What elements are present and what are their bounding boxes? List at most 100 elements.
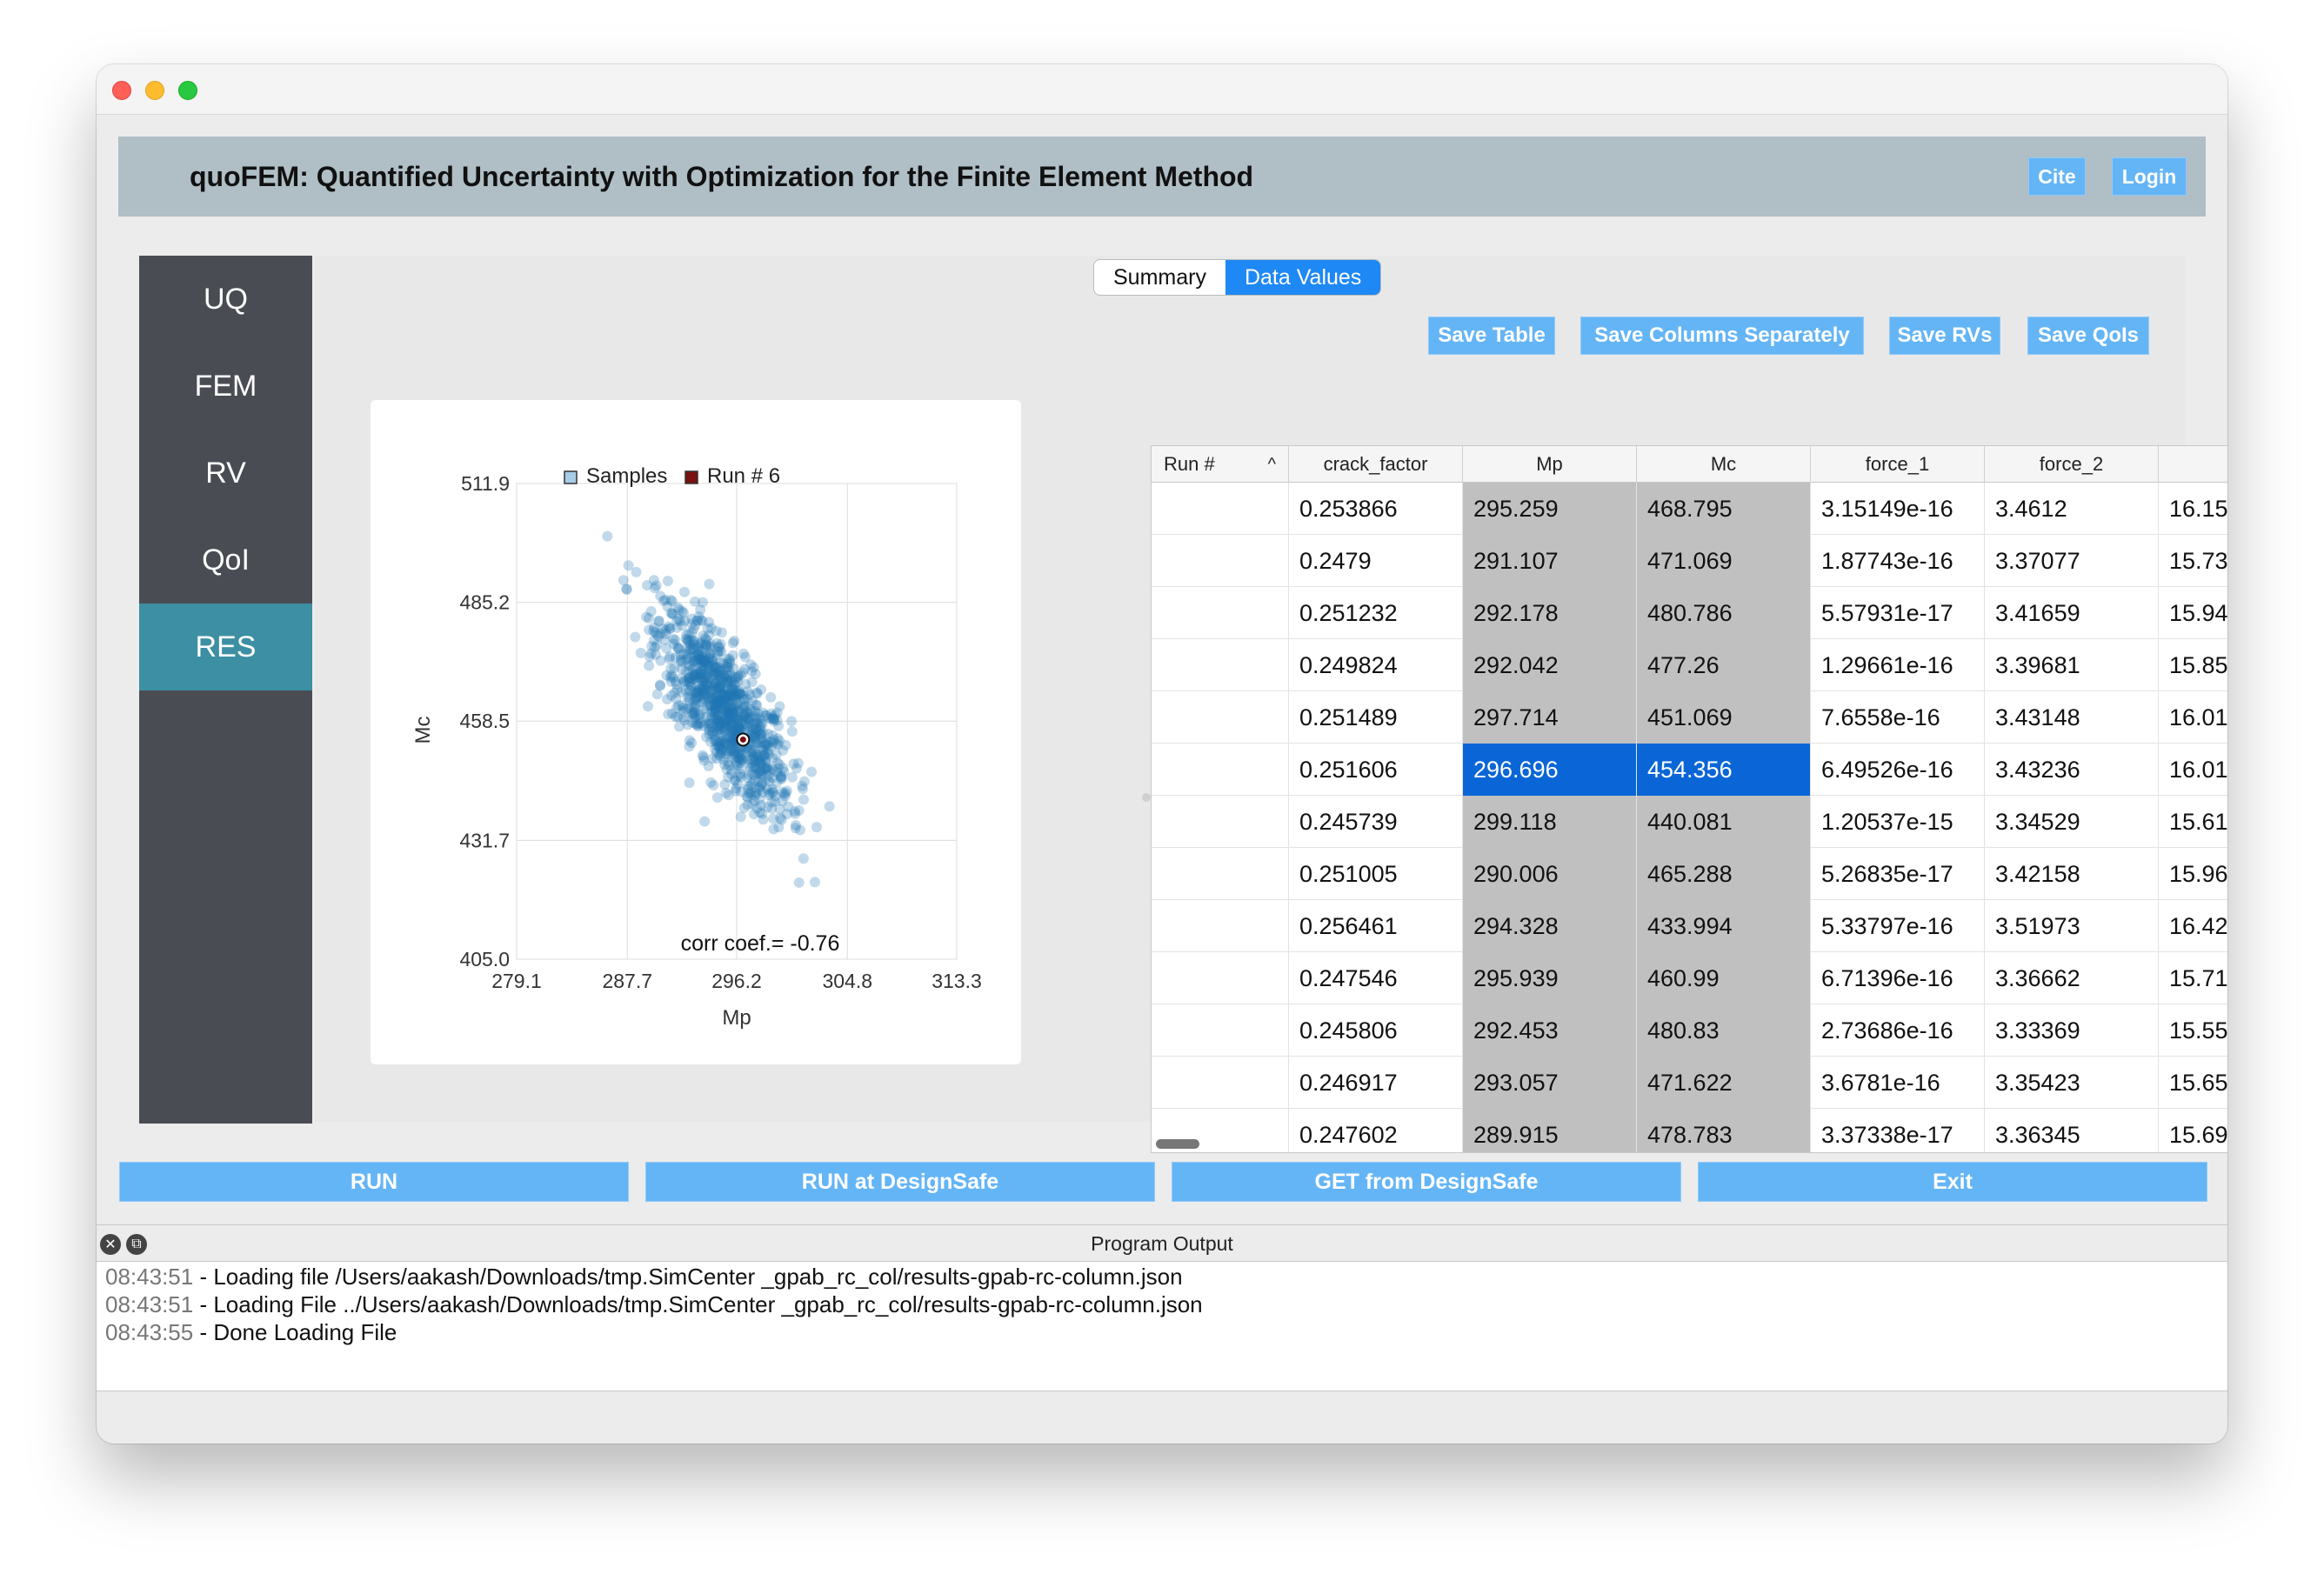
table-row[interactable]: 0.2479 291.107 471.069 1.87743e-16 3.37077 15… [1152, 535, 2227, 587]
table-cell[interactable]: 296.696 [1463, 744, 1637, 796]
exit-button[interactable]: Exit [1698, 1162, 2207, 1202]
table-cell[interactable]: 15.9673 [2159, 848, 2227, 900]
table-cell[interactable]: 3.34529 [1985, 796, 2159, 848]
table-cell[interactable]: 16.0176 [2159, 744, 2227, 796]
tab-data-values[interactable]: Data Values [1225, 260, 1381, 295]
table-cell[interactable] [1152, 1057, 1289, 1109]
th-force-2[interactable]: force_2 [1985, 446, 2159, 483]
table-cell[interactable]: 6.49526e-16 [1811, 744, 1985, 796]
table-cell[interactable]: 3.6781e-16 [1811, 1057, 1985, 1109]
sidebar-item-qoi[interactable]: QoI [139, 517, 312, 604]
table-cell[interactable]: 295.259 [1463, 483, 1637, 535]
sort-ascending-icon[interactable]: ^ [1268, 455, 1276, 475]
table-cell[interactable]: 15.696 [2159, 1109, 2227, 1152]
table-cell[interactable]: 297.714 [1463, 691, 1637, 744]
table-row[interactable]: 0.246917 293.057 471.622 3.6781e-16 3.35423 1… [1152, 1057, 2227, 1109]
table-cell[interactable]: 0.251606 [1289, 744, 1463, 796]
th-force-1[interactable]: force_1 [1811, 446, 1985, 483]
table-row[interactable]: 0.247602 289.915 478.783 3.37338e-17 3.36345… [1152, 1109, 2227, 1152]
table-cell[interactable]: 1.20537e-15 [1811, 796, 1985, 848]
table-cell[interactable]: 480.83 [1637, 1004, 1811, 1057]
table-cell[interactable]: 291.107 [1463, 535, 1637, 587]
table-row[interactable]: 0.256461 294.328 433.994 5.33797e-16 3.51973… [1152, 900, 2227, 952]
table-cell[interactable]: 2.73686e-16 [1811, 1004, 1985, 1057]
th-mc[interactable]: Mc [1637, 446, 1811, 483]
table-cell[interactable]: 0.253866 [1289, 483, 1463, 535]
table-cell[interactable]: 460.99 [1637, 952, 1811, 1004]
horizontal-scrollbar[interactable] [1156, 1139, 1199, 1149]
table-cell[interactable]: 3.39681 [1985, 639, 2159, 691]
table-cell[interactable] [1152, 587, 1289, 639]
table-cell[interactable]: 480.786 [1637, 587, 1811, 639]
table-cell[interactable]: 15.851 [2159, 639, 2227, 691]
table-cell[interactable]: 0.245739 [1289, 796, 1463, 848]
table-cell[interactable]: 5.33797e-16 [1811, 900, 1985, 952]
table-row[interactable]: 0.245739 299.118 440.081 1.20537e-15 3.34529… [1152, 796, 2227, 848]
table-cell[interactable]: 1.29661e-16 [1811, 639, 1985, 691]
table-cell[interactable]: 3.42158 [1985, 848, 2159, 900]
table-cell[interactable]: 0.247546 [1289, 952, 1463, 1004]
th-run[interactable]: Run # ^ [1152, 446, 1289, 483]
table-row[interactable]: 0.253866 295.259 468.795 3.15149e-16 3.4612 1… [1152, 483, 2227, 535]
table-cell[interactable] [1152, 535, 1289, 587]
table-cell[interactable]: 292.178 [1463, 587, 1637, 639]
table-row[interactable]: 0.247546 295.939 460.99 6.71396e-16 3.36662 1… [1152, 952, 2227, 1004]
table-cell[interactable]: 16.425 [2159, 900, 2227, 952]
table-cell[interactable]: 0.245806 [1289, 1004, 1463, 1057]
table-cell[interactable]: 299.118 [1463, 796, 1637, 848]
table-cell[interactable]: 289.915 [1463, 1109, 1637, 1152]
table-cell[interactable] [1152, 848, 1289, 900]
minimize-window-button[interactable] [145, 81, 164, 100]
table-cell[interactable]: 3.43148 [1985, 691, 2159, 744]
table-cell[interactable]: 15.944 [2159, 587, 2227, 639]
table-cell[interactable] [1152, 796, 1289, 848]
table-cell[interactable]: 468.795 [1637, 483, 1811, 535]
table-cell[interactable]: 477.26 [1637, 639, 1811, 691]
login-button[interactable]: Login [2112, 157, 2187, 196]
table-cell[interactable] [1152, 691, 1289, 744]
table-cell[interactable]: 0.247602 [1289, 1109, 1463, 1152]
table-row[interactable]: 0.245806 292.453 480.83 2.73686e-16 3.33369 1… [1152, 1004, 2227, 1057]
table-cell[interactable] [1152, 639, 1289, 691]
table-cell[interactable]: 7.6558e-16 [1811, 691, 1985, 744]
table-cell[interactable]: 5.57931e-17 [1811, 587, 1985, 639]
table-cell[interactable]: 15.6113 [2159, 796, 2227, 848]
table-cell[interactable]: 295.939 [1463, 952, 1637, 1004]
table-cell[interactable]: 0.251489 [1289, 691, 1463, 744]
table-cell[interactable]: 5.26835e-17 [1811, 848, 1985, 900]
table-cell[interactable]: 3.15149e-16 [1811, 483, 1985, 535]
table-cell[interactable]: 471.069 [1637, 535, 1811, 587]
table-cell[interactable] [1152, 483, 1289, 535]
sidebar-item-rv[interactable]: RV [139, 430, 312, 517]
table-cell[interactable]: 292.453 [1463, 1004, 1637, 1057]
table-cell[interactable]: 3.37338e-17 [1811, 1109, 1985, 1152]
th-mp[interactable]: Mp [1463, 446, 1637, 483]
table-cell[interactable] [1152, 744, 1289, 796]
save-rvs-button[interactable]: Save RVs [1889, 317, 2000, 355]
sidebar-item-uq[interactable]: UQ [139, 256, 312, 343]
table-row[interactable]: 0.251232 292.178 480.786 5.57931e-17 3.41659… [1152, 587, 2227, 639]
table-cell[interactable]: 0.249824 [1289, 639, 1463, 691]
table-cell[interactable]: 16.1522 [2159, 483, 2227, 535]
table-cell[interactable]: 290.006 [1463, 848, 1637, 900]
table-cell[interactable]: 451.069 [1637, 691, 1811, 744]
save-table-button[interactable]: Save Table [1428, 317, 1555, 355]
table-cell[interactable]: 3.33369 [1985, 1004, 2159, 1057]
table-cell[interactable]: 15.653 [2159, 1057, 2227, 1109]
table-cell[interactable]: 440.081 [1637, 796, 1811, 848]
table-cell[interactable]: 293.057 [1463, 1057, 1637, 1109]
table-cell[interactable] [1152, 900, 1289, 952]
table-cell[interactable]: 454.356 [1637, 744, 1811, 796]
table-cell[interactable]: 292.042 [1463, 639, 1637, 691]
save-qois-button[interactable]: Save QoIs [2027, 317, 2149, 355]
table-row[interactable]: 0.249824 292.042 477.26 1.29661e-16 3.39681 1… [1152, 639, 2227, 691]
run-at-designsafe-button[interactable]: RUN at DesignSafe [645, 1162, 1155, 1202]
get-from-designsafe-button[interactable]: GET from DesignSafe [1172, 1162, 1681, 1202]
table-cell[interactable]: 15.730 [2159, 535, 2227, 587]
table-cell[interactable]: 478.783 [1637, 1109, 1811, 1152]
table-cell[interactable]: 1.87743e-16 [1811, 535, 1985, 587]
table-cell[interactable]: 3.35423 [1985, 1057, 2159, 1109]
table-cell[interactable]: 3.36345 [1985, 1109, 2159, 1152]
splitter-handle[interactable] [1142, 793, 1151, 802]
table-cell[interactable]: 0.251232 [1289, 587, 1463, 639]
